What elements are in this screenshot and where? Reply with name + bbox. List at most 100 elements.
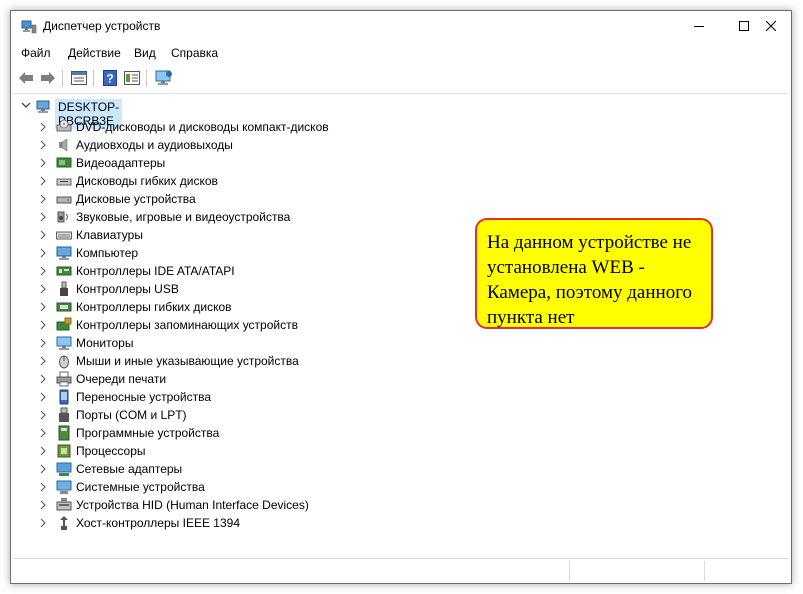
chevron-right-icon[interactable] (39, 500, 47, 510)
chevron-right-icon[interactable] (39, 392, 47, 402)
monitor-icon (56, 336, 72, 350)
help-icon: ? (103, 70, 117, 86)
menu-file[interactable]: Файл (21, 46, 51, 60)
back-icon (19, 72, 33, 84)
display-adapter-icon (56, 157, 72, 168)
chevron-right-icon[interactable] (39, 230, 47, 240)
chevron-down-icon[interactable] (21, 100, 31, 110)
help-button[interactable]: ? (99, 67, 121, 89)
tree-node[interactable]: DVD-дисководы и дисководы компакт-дисков (13, 118, 463, 136)
tree-node-label: Звуковые, игровые и видеоустройства (76, 210, 291, 224)
tree-node[interactable]: Мыши и иные указывающие устройства (13, 352, 463, 370)
tree-node-label: Контроллеры IDE ATA/ATAPI (76, 264, 235, 278)
tree-node[interactable]: Мониторы (13, 334, 463, 352)
tree-node[interactable]: Звуковые, игровые и видеоустройства (13, 208, 463, 226)
chevron-right-icon[interactable] (39, 446, 47, 456)
portable-device-icon (59, 389, 69, 405)
toolbar-separator (62, 70, 63, 87)
tree-node[interactable]: Компьютер (13, 244, 463, 262)
chevron-right-icon[interactable] (39, 302, 47, 312)
chevron-right-icon[interactable] (39, 122, 47, 132)
chevron-right-icon[interactable] (39, 518, 47, 528)
tree-node-label: Сетевые адаптеры (76, 462, 183, 476)
chevron-right-icon[interactable] (39, 248, 47, 258)
tree-node[interactable]: Устройства HID (Human Interface Devices) (13, 496, 463, 514)
properties-icon (71, 71, 87, 85)
minimize-button[interactable] (676, 11, 721, 41)
status-separator (569, 561, 570, 581)
dvd-drive-icon (56, 119, 72, 132)
tree-node[interactable]: Контроллеры гибких дисков (13, 298, 463, 316)
tree-node[interactable]: Аудиовходы и аудиовыходы (13, 136, 463, 154)
tree-node-label: Контроллеры гибких дисков (76, 300, 232, 314)
hid-icon (56, 498, 72, 511)
view-button[interactable] (121, 67, 143, 89)
computer-icon (56, 246, 72, 260)
chevron-right-icon[interactable] (39, 464, 47, 474)
tree-node[interactable]: Программные устройства (13, 424, 463, 442)
tree-node[interactable]: Процессоры (13, 442, 463, 460)
chevron-right-icon[interactable] (39, 410, 47, 420)
title-bar: Диспетчер устройств (11, 11, 791, 43)
chevron-right-icon[interactable] (39, 482, 47, 492)
chevron-right-icon[interactable] (39, 428, 47, 438)
tree-node-label: Очереди печати (76, 372, 167, 386)
tree-node[interactable]: Системные устройства (13, 478, 463, 496)
tree-node[interactable]: Переносные устройства (13, 388, 463, 406)
tree-node-label: Видеоадаптеры (76, 156, 166, 170)
menu-help[interactable]: Справка (171, 46, 218, 60)
keyboard-icon (56, 231, 72, 240)
chevron-right-icon[interactable] (39, 284, 47, 294)
system-device-icon (56, 480, 72, 494)
tree-node[interactable]: Клавиатуры (13, 226, 463, 244)
chevron-right-icon[interactable] (39, 158, 47, 168)
tree-node-label: Системные устройства (76, 480, 205, 494)
tree-node[interactable]: Контроллеры запоминающих устройств (13, 316, 463, 334)
tree-node[interactable]: Очереди печати (13, 370, 463, 388)
menu-action[interactable]: Действие (68, 46, 121, 60)
tree-node[interactable]: Хост-контроллеры IEEE 1394 (13, 514, 463, 532)
close-button[interactable] (748, 11, 793, 41)
tree-node-label: Хост-контроллеры IEEE 1394 (76, 516, 240, 530)
back-button[interactable] (15, 67, 37, 89)
toolbar-separator (93, 70, 94, 87)
chevron-right-icon[interactable] (39, 266, 47, 276)
forward-button[interactable] (37, 67, 59, 89)
tree-node[interactable]: Видеоадаптеры (13, 154, 463, 172)
floppy-drive-icon (56, 178, 72, 186)
tree-node[interactable]: Дисковые устройства (13, 190, 463, 208)
scan-hardware-button[interactable] (153, 67, 175, 89)
svg-text:?: ? (106, 72, 113, 86)
tree-node[interactable]: Дисководы гибких дисков (13, 172, 463, 190)
disk-drive-icon (56, 196, 72, 204)
tree-node-label: Дисководы гибких дисков (76, 174, 218, 188)
status-bar (11, 559, 791, 583)
chevron-right-icon[interactable] (39, 338, 47, 348)
chevron-right-icon[interactable] (39, 374, 47, 384)
window-title: Диспетчер устройств (43, 19, 161, 33)
toolbar: ? (11, 67, 791, 91)
network-adapter-icon (56, 462, 72, 476)
mouse-icon (59, 355, 69, 369)
chevron-right-icon[interactable] (39, 176, 47, 186)
view-icon (124, 71, 140, 85)
tree-node-label: Компьютер (76, 246, 139, 260)
chevron-right-icon[interactable] (39, 320, 47, 330)
tree-node-label: Процессоры (76, 444, 146, 458)
tree-node-label: Аудиовходы и аудиовыходы (76, 138, 233, 152)
tree-node[interactable]: Порты (COM и LPT) (13, 406, 463, 424)
tree-node-label: Устройства HID (Human Interface Devices) (76, 498, 309, 512)
chevron-right-icon[interactable] (39, 140, 47, 150)
chevron-right-icon[interactable] (39, 356, 47, 366)
chevron-right-icon[interactable] (39, 194, 47, 204)
tree-node[interactable]: Контроллеры IDE ATA/ATAPI (13, 262, 463, 280)
monitor-icon (155, 70, 172, 85)
chevron-right-icon[interactable] (39, 212, 47, 222)
properties-button[interactable] (68, 67, 90, 89)
minimize-icon (693, 26, 704, 27)
menu-view[interactable]: Вид (134, 46, 156, 60)
forward-icon (41, 72, 55, 84)
status-separator (704, 561, 705, 581)
tree-node[interactable]: Сетевые адаптеры (13, 460, 463, 478)
tree-node[interactable]: Контроллеры USB (13, 280, 463, 298)
